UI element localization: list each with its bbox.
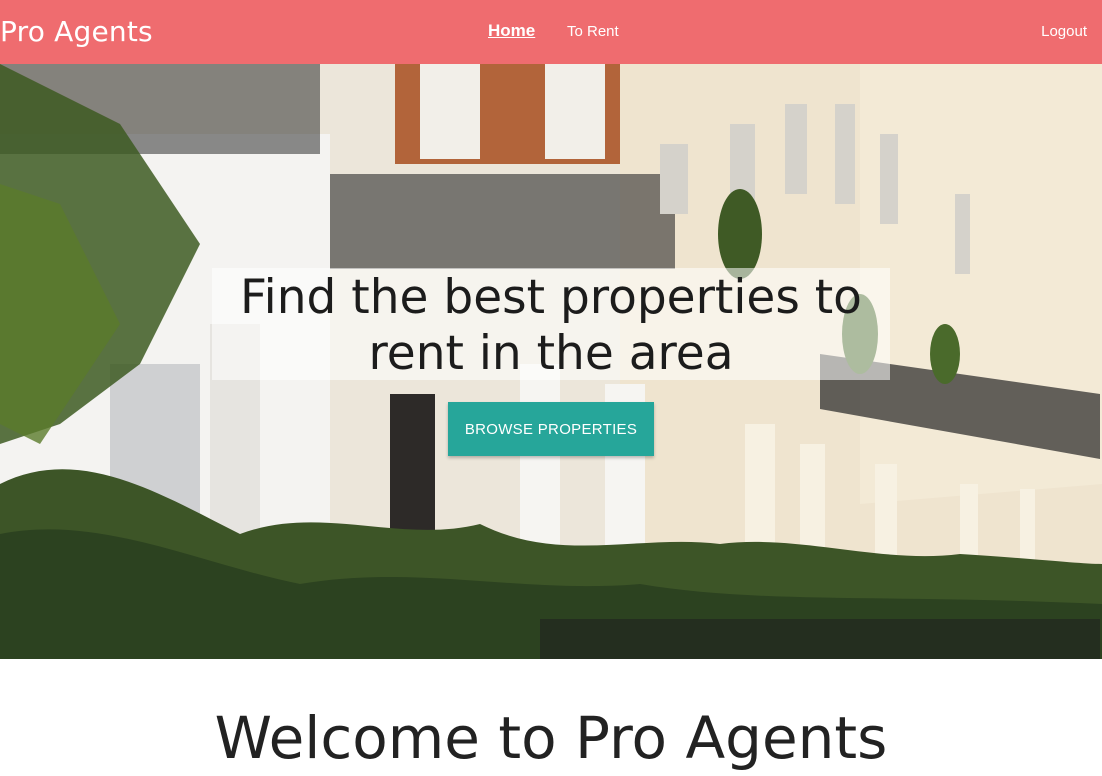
hero-headline: Find the best properties to rent in the …: [212, 270, 890, 382]
nav-link-to-rent[interactable]: To Rent: [567, 22, 619, 42]
navbar: Pro Agents Home To Rent Logout: [0, 0, 1102, 64]
brand-logo[interactable]: Pro Agents: [0, 14, 153, 50]
nav-link-home[interactable]: Home: [488, 21, 535, 41]
logout-link[interactable]: Logout: [1041, 22, 1087, 42]
browse-properties-button[interactable]: BROWSE PROPERTIES: [448, 402, 654, 456]
welcome-title: Welcome to Pro Agents: [214, 704, 888, 772]
hero-headline-line2: rent in the area: [368, 326, 734, 381]
hero-section: Find the best properties to rent in the …: [0, 64, 1102, 659]
hero-headline-line1: Find the best properties to: [240, 270, 862, 325]
